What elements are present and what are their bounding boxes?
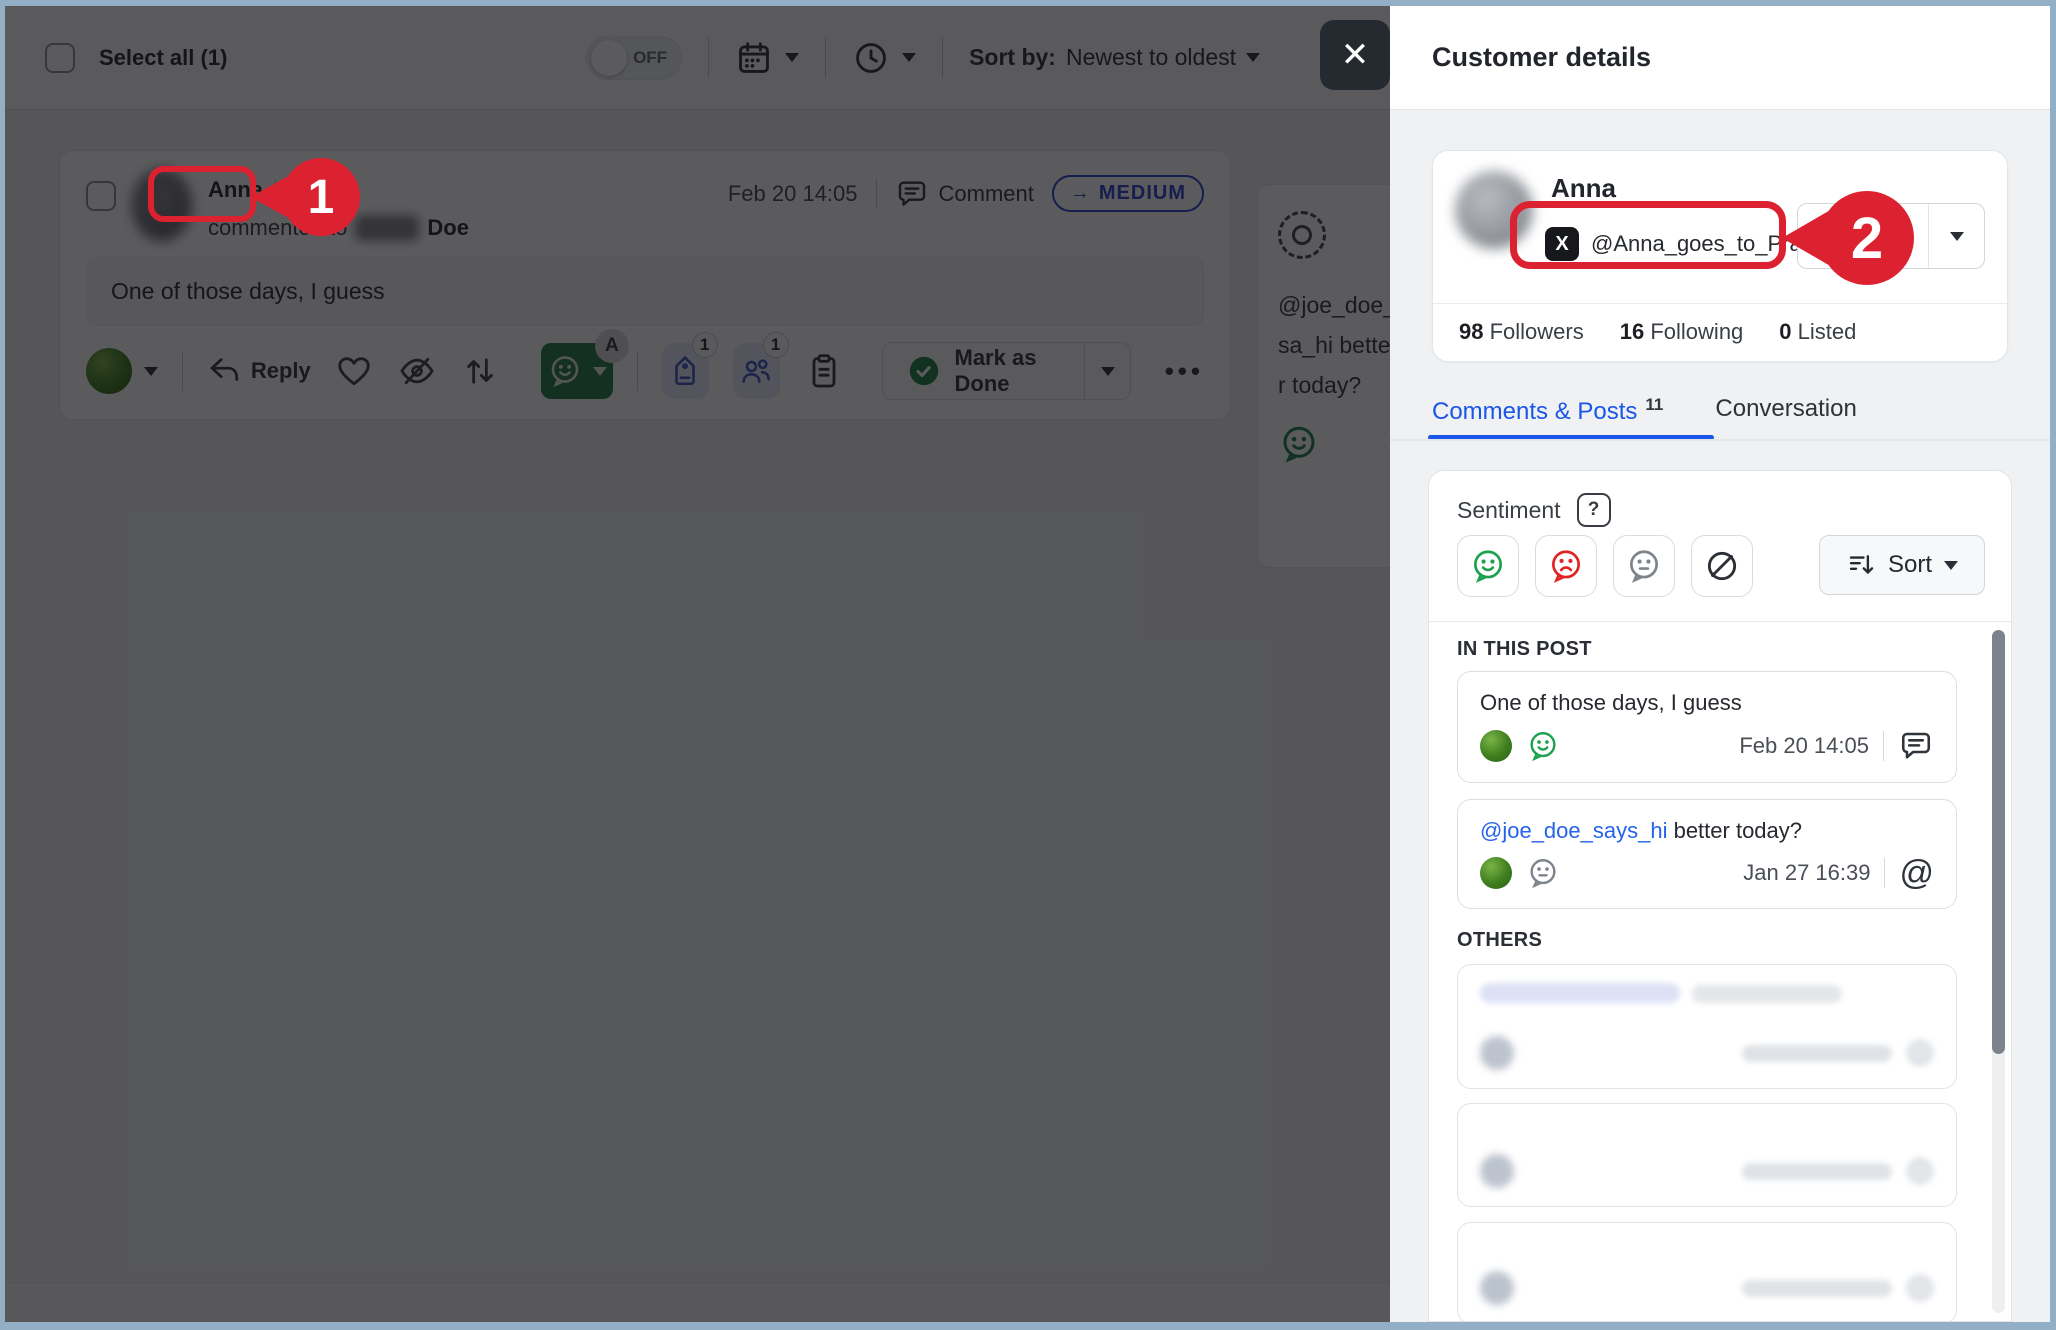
item-text: One of those days, I guess	[1480, 690, 1934, 716]
tab-conversation[interactable]: Conversation	[1715, 395, 1856, 423]
sort-descending-icon	[1846, 550, 1876, 580]
scrollbar-track[interactable]	[1992, 630, 2005, 1313]
panel-header: Customer details	[1390, 6, 2050, 110]
redacted-link	[1480, 983, 1680, 1003]
comment-bubble-icon	[1898, 728, 1934, 764]
avatar	[1455, 171, 1533, 249]
comments-posts-card: Sentiment ?	[1428, 470, 2012, 1322]
positive-sentiment-icon	[1526, 729, 1560, 763]
section-others: OTHERS	[1457, 929, 1983, 952]
divider	[1883, 731, 1884, 761]
divider	[1884, 858, 1885, 888]
follow-button-main[interactable]	[1798, 204, 1928, 268]
tab-comments-posts[interactable]: Comments & Posts11	[1432, 395, 1663, 426]
close-icon: ✕	[1341, 35, 1370, 75]
divider	[1433, 303, 2007, 304]
redacted-timestamp	[1742, 1280, 1892, 1297]
followers-stat: 98 Followers	[1459, 319, 1584, 345]
mention-link[interactable]: @joe_doe_says_hi	[1480, 818, 1667, 843]
avatar	[1480, 730, 1512, 762]
redacted-icon	[1906, 1157, 1934, 1185]
list-item-redacted[interactable]	[1457, 1222, 1957, 1322]
neutral-sentiment-icon	[1526, 856, 1560, 890]
section-in-this-post: IN THIS POST	[1457, 638, 1983, 661]
follow-button-caret[interactable]	[1928, 204, 1984, 268]
divider	[1390, 439, 2050, 441]
redacted-timestamp	[1742, 1163, 1892, 1180]
filter-positive-sentiment-button[interactable]	[1457, 535, 1519, 597]
profile-card: Anna X @Anna_goes_to_Pra... 98 Followers…	[1432, 150, 2008, 362]
help-icon[interactable]: ?	[1577, 493, 1611, 527]
sentiment-label: Sentiment	[1457, 497, 1561, 524]
redacted-icon	[1906, 1039, 1934, 1067]
customer-details-panel: Customer details Anna X @Anna_goes_to_Pr…	[1390, 6, 2050, 1322]
customer-handle-row[interactable]: X @Anna_goes_to_Pra...	[1545, 227, 1820, 261]
mention-at-icon: @	[1899, 856, 1934, 890]
comments-count-badge: 11	[1645, 395, 1663, 414]
redacted-timestamp	[1742, 1045, 1892, 1062]
customer-name: Anna	[1551, 173, 1616, 204]
list-item-mention[interactable]: @joe_doe_says_hi better today? Jan 27 16…	[1457, 799, 1957, 909]
filter-neutral-sentiment-button[interactable]	[1613, 535, 1675, 597]
x-network-icon: X	[1545, 227, 1579, 261]
list-item-comment[interactable]: One of those days, I guess Feb 20 14:05	[1457, 671, 1957, 783]
filter-no-sentiment-button[interactable]	[1691, 535, 1753, 597]
filter-negative-sentiment-button[interactable]	[1535, 535, 1597, 597]
list-item-redacted[interactable]	[1457, 1103, 1957, 1207]
avatar	[1480, 857, 1512, 889]
list-item-redacted[interactable]	[1457, 964, 1957, 1089]
avatar	[1480, 1036, 1514, 1070]
listed-stat: 0 Listed	[1779, 319, 1856, 345]
sort-button-label: Sort	[1888, 551, 1932, 579]
redacted-icon	[1906, 1274, 1934, 1302]
item-timestamp: Jan 27 16:39	[1743, 860, 1870, 886]
scrollbar-thumb[interactable]	[1992, 630, 2005, 1054]
window-border	[2050, 0, 2056, 1330]
redacted-text	[1692, 985, 1842, 1003]
sort-button[interactable]: Sort	[1819, 535, 1985, 595]
avatar	[1480, 1154, 1514, 1188]
chevron-down-icon	[1944, 561, 1958, 570]
close-panel-button[interactable]: ✕	[1320, 20, 1390, 90]
avatar	[1480, 1271, 1514, 1305]
panel-title: Customer details	[1432, 42, 1651, 73]
customer-handle: @Anna_goes_to_Pra...	[1591, 231, 1820, 257]
window-border	[0, 0, 2056, 6]
item-timestamp: Feb 20 14:05	[1739, 733, 1869, 759]
item-text: @joe_doe_says_hi better today?	[1480, 818, 1934, 844]
chevron-down-icon	[1950, 232, 1964, 241]
window-border	[0, 1322, 2056, 1330]
modal-dim-overlay	[5, 6, 1390, 1322]
window-border	[0, 0, 5, 1330]
activity-list: IN THIS POST One of those days, I guess …	[1429, 622, 2011, 1321]
follow-button[interactable]	[1797, 203, 1985, 269]
following-stat: 16 Following	[1620, 319, 1744, 345]
